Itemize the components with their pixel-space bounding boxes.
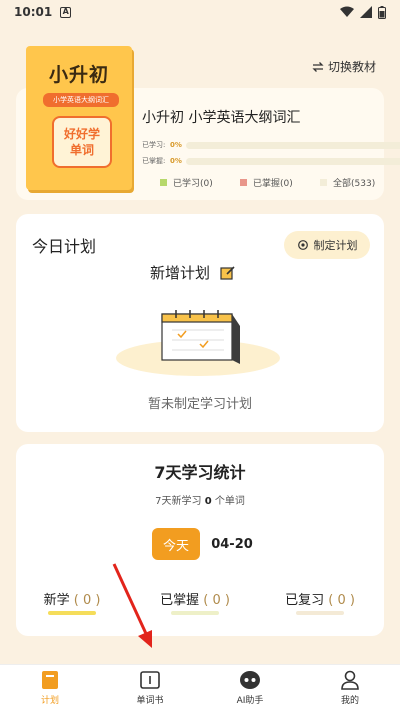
- legend-swatch: [240, 179, 247, 186]
- stat-count: ( 0 ): [73, 593, 101, 608]
- signal-icon: [360, 6, 372, 18]
- stat-bar-reviewed: [296, 611, 344, 615]
- notification-icon: A: [60, 6, 72, 18]
- book-cover[interactable]: 小升初 小学英语大纲词汇 好好学 单词: [26, 46, 132, 190]
- switch-textbook-button[interactable]: 切换教材: [312, 58, 376, 75]
- status-time: 10:01: [14, 5, 53, 19]
- nav-ai-assistant[interactable]: AI助手: [200, 665, 300, 710]
- stat-label: 已复习: [285, 593, 325, 608]
- nav-label: 计划: [40, 696, 59, 706]
- make-plan-label: 制定计划: [313, 239, 358, 252]
- nav-label: AI助手: [236, 696, 264, 706]
- cover-badge-line1: 好好学: [63, 127, 100, 141]
- settings-icon: [297, 240, 308, 250]
- legend-label: 全部(533): [333, 179, 376, 189]
- user-icon: [341, 670, 359, 690]
- cover-badge: 好好学 单词: [52, 116, 112, 168]
- swap-icon: [312, 61, 324, 72]
- legend-swatch: [320, 179, 327, 186]
- stat-bar-new: [48, 611, 96, 615]
- wifi-icon: [340, 6, 354, 17]
- legend-swatch: [160, 179, 167, 186]
- cover-badge-line2: 单词: [69, 143, 94, 157]
- legend-label: 已掌握(0): [253, 179, 293, 189]
- battery-icon: [378, 5, 386, 19]
- nav-label: 单词书: [136, 696, 164, 706]
- cover-subtitle: 小学英语大纲词汇: [43, 93, 119, 107]
- legend-all: 全部(533): [320, 176, 375, 189]
- progress-label: 已掌握:: [142, 157, 166, 165]
- progress-percent: 0%: [170, 141, 182, 149]
- stat-bar-mastered: [171, 611, 219, 615]
- stat-count: ( 0 ): [203, 593, 230, 608]
- stat-reviewed: 已复习 ( 0 ): [270, 589, 370, 608]
- nav-profile[interactable]: 我的: [300, 665, 400, 710]
- stat-new: 新学 ( 0 ): [22, 589, 122, 608]
- learned-progress: 已学习: 0%: [142, 140, 400, 150]
- legend-mastered: 已掌握(0): [240, 176, 293, 189]
- stat-mastered: 已掌握 ( 0 ): [145, 589, 245, 608]
- new-plan-button[interactable]: 新增计划: [150, 262, 236, 283]
- progress-track: [186, 141, 400, 149]
- book-icon: [140, 671, 160, 689]
- legend-label: 已学习(0): [173, 179, 213, 189]
- bottom-nav: 计划 单词书 AI助手 我的: [0, 664, 400, 710]
- nav-wordbook[interactable]: 单词书: [100, 665, 200, 710]
- stats-sub-prefix: 7天新学习: [155, 496, 202, 507]
- new-plan-label: 新增计划: [150, 264, 211, 282]
- nav-label: 我的: [340, 696, 359, 706]
- annotation-arrow: [112, 563, 152, 648]
- tab-date[interactable]: 04-20: [206, 528, 258, 560]
- progress-track: [186, 157, 400, 165]
- calendar-illustration: [116, 310, 280, 376]
- stats-sub-suffix: 个单词: [214, 496, 245, 507]
- robot-icon: [240, 671, 260, 689]
- progress-label: 已学习:: [142, 141, 166, 149]
- stat-label: 已掌握: [160, 593, 200, 608]
- book-title: 小升初 小学英语大纲词汇: [142, 110, 301, 126]
- plan-heading: 今日计划: [32, 237, 97, 256]
- tab-today[interactable]: 今天: [152, 528, 200, 560]
- progress-percent: 0%: [170, 157, 182, 165]
- edit-icon: [220, 265, 235, 280]
- status-bar: 10:01 A: [0, 0, 400, 24]
- stat-label: 新学: [43, 593, 70, 608]
- make-plan-button[interactable]: 制定计划: [284, 231, 370, 259]
- mastered-progress: 已掌握: 0%: [142, 156, 400, 166]
- switch-textbook-label: 切换教材: [327, 60, 376, 74]
- nav-plan[interactable]: 计划: [0, 665, 100, 710]
- stats-subtitle: 7天新学习 0 个单词: [0, 492, 400, 507]
- cover-title: 小升初: [48, 64, 109, 86]
- stats-sub-count: 0: [204, 496, 212, 507]
- empty-plan-text: 暂未制定学习计划: [147, 397, 252, 412]
- stats-title: 7天学习统计: [154, 463, 246, 482]
- plan-icon: [42, 671, 58, 689]
- stat-count: ( 0 ): [328, 593, 355, 608]
- legend-learned: 已学习(0): [160, 176, 213, 189]
